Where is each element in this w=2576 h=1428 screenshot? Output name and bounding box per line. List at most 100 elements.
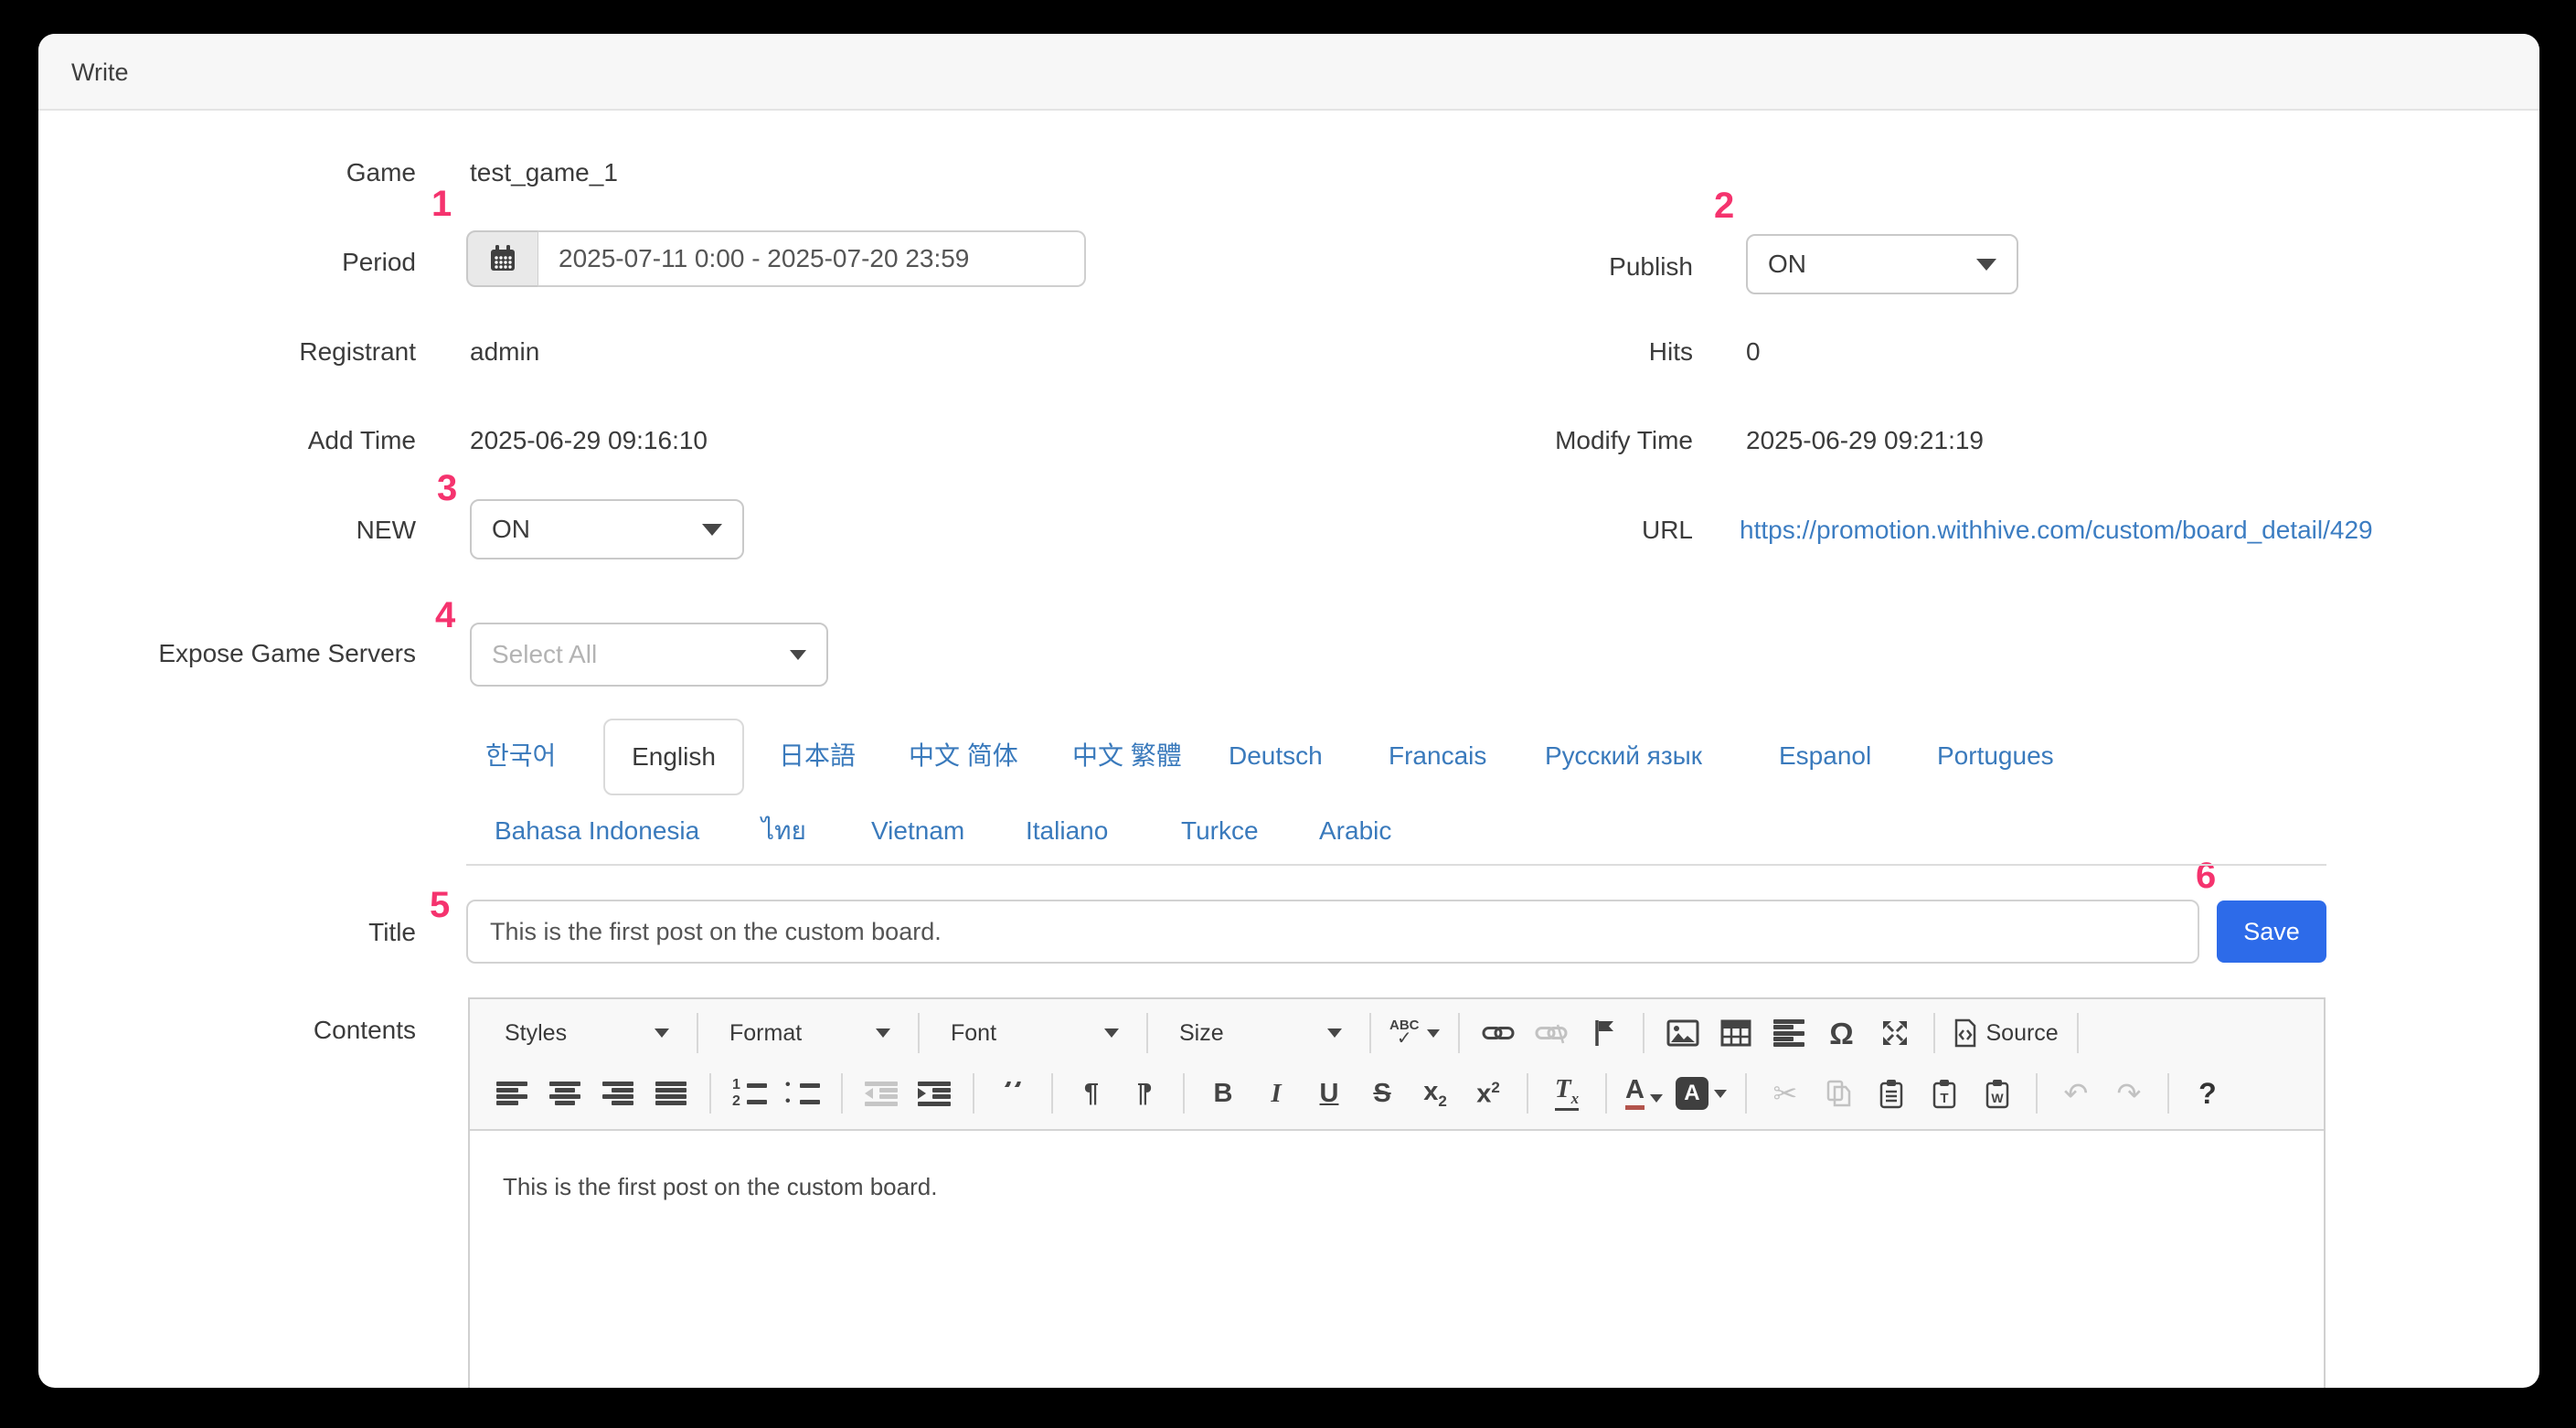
- tab-chinese-traditional[interactable]: 中文 繁體: [1072, 741, 1182, 772]
- paste-as-text-button[interactable]: T: [1924, 1070, 1964, 1117]
- redo-button[interactable]: ↷: [2109, 1070, 2149, 1117]
- format-combo[interactable]: Format: [717, 1020, 899, 1047]
- maximize-icon: [1880, 1018, 1910, 1048]
- chevron-down-icon: [1714, 1090, 1727, 1098]
- editor-content-area[interactable]: This is the first post on the custom boa…: [470, 1131, 2324, 1388]
- italic-icon: I: [1271, 1081, 1281, 1107]
- annotation-5: 5: [430, 885, 450, 925]
- editor-toolbar: Styles Format Font Size ABC: [470, 999, 2324, 1131]
- text-direction-rtl-button[interactable]: ¶: [1124, 1070, 1165, 1117]
- tab-chinese-simplified[interactable]: 中文 简体: [909, 741, 1018, 772]
- font-combo[interactable]: Font: [938, 1020, 1128, 1047]
- tab-bahasa[interactable]: Bahasa Indonesia: [495, 815, 699, 847]
- new-label: NEW: [38, 516, 416, 545]
- link-button[interactable]: [1478, 1009, 1518, 1057]
- new-select[interactable]: ON: [470, 499, 744, 559]
- period-input[interactable]: [538, 230, 1086, 287]
- paste-button[interactable]: [1871, 1070, 1911, 1117]
- contents-label: Contents: [38, 1016, 416, 1045]
- title-input[interactable]: [466, 900, 2199, 964]
- align-justify-icon: [655, 1082, 687, 1106]
- superscript-button[interactable]: x2: [1468, 1070, 1508, 1117]
- strikethrough-button[interactable]: S: [1362, 1070, 1402, 1117]
- align-left-button[interactable]: [492, 1070, 532, 1117]
- tab-vietnam[interactable]: Vietnam: [871, 815, 964, 847]
- tab-korean[interactable]: 한국어: [485, 741, 556, 772]
- text-direction-ltr-button[interactable]: ¶: [1071, 1070, 1112, 1117]
- tab-english-active[interactable]: English: [603, 719, 744, 795]
- chevron-down-icon: [1650, 1094, 1663, 1103]
- background-color-button[interactable]: A: [1676, 1077, 1727, 1110]
- url-link[interactable]: https://promotion.withhive.com/custom/bo…: [1740, 516, 2373, 545]
- image-button[interactable]: [1663, 1009, 1703, 1057]
- anchor-flag-icon: [1592, 1018, 1616, 1048]
- add-time-value: 2025-06-29 09:16:10: [470, 426, 708, 455]
- modify-time-value: 2025-06-29 09:21:19: [1746, 426, 1984, 455]
- registrant-label: Registrant: [38, 337, 416, 367]
- bold-button[interactable]: B: [1203, 1070, 1243, 1117]
- tab-portugues[interactable]: Portugues: [1937, 741, 2054, 772]
- unlink-button[interactable]: [1531, 1009, 1571, 1057]
- table-button[interactable]: [1716, 1009, 1756, 1057]
- tab-italiano[interactable]: Italiano: [1026, 815, 1108, 847]
- outdent-icon: [865, 1082, 898, 1106]
- registrant-value: admin: [470, 337, 539, 367]
- save-button[interactable]: Save: [2217, 900, 2326, 963]
- chevron-down-icon: [876, 1028, 890, 1038]
- undo-button[interactable]: ↶: [2056, 1070, 2096, 1117]
- bullet-list-icon: • •: [785, 1080, 820, 1107]
- tab-deutsch[interactable]: Deutsch: [1229, 741, 1323, 772]
- bullet-list-button[interactable]: • •: [782, 1070, 823, 1117]
- tab-russian[interactable]: Русский язык: [1545, 741, 1702, 772]
- align-justify-button[interactable]: [651, 1070, 691, 1117]
- spellcheck-button[interactable]: ABC ✓: [1389, 1018, 1440, 1048]
- panel-header: Write: [38, 34, 2539, 111]
- expose-servers-placeholder: Select All: [492, 640, 597, 669]
- maximize-button[interactable]: [1875, 1009, 1915, 1057]
- subscript-button[interactable]: x2: [1415, 1070, 1455, 1117]
- styles-combo[interactable]: Styles: [492, 1020, 678, 1047]
- copy-button[interactable]: [1818, 1070, 1858, 1117]
- tab-thai[interactable]: ไทย: [761, 815, 806, 847]
- calendar-button[interactable]: [466, 230, 539, 287]
- underline-icon: U: [1320, 1081, 1339, 1107]
- source-button[interactable]: Source: [1953, 1018, 2059, 1048]
- cut-button[interactable]: ✂: [1765, 1070, 1805, 1117]
- strikethrough-icon: S: [1373, 1081, 1390, 1107]
- tab-japanese[interactable]: 日本語: [779, 741, 856, 772]
- chevron-down-icon: [655, 1028, 669, 1038]
- ordered-list-button[interactable]: 1 2: [729, 1070, 770, 1117]
- new-select-value: ON: [492, 515, 530, 544]
- help-button[interactable]: ?: [2187, 1070, 2228, 1117]
- italic-button[interactable]: I: [1256, 1070, 1296, 1117]
- calendar-icon: [488, 244, 517, 273]
- text-color-button[interactable]: A: [1625, 1077, 1663, 1110]
- horizontal-rule-button[interactable]: [1769, 1009, 1809, 1057]
- tab-francais[interactable]: Francais: [1389, 741, 1486, 772]
- tab-arabic[interactable]: Arabic: [1319, 815, 1391, 847]
- tab-espanol[interactable]: Espanol: [1779, 741, 1871, 772]
- blockquote-button[interactable]: ”: [993, 1070, 1033, 1117]
- expose-servers-select[interactable]: Select All: [470, 623, 828, 687]
- link-icon: [1482, 1023, 1515, 1043]
- indent-button[interactable]: [914, 1070, 954, 1117]
- publish-select[interactable]: ON: [1746, 234, 2018, 294]
- undo-icon: ↶: [2064, 1076, 2089, 1111]
- redo-icon: ↷: [2117, 1076, 2142, 1111]
- source-label: Source: [1986, 1020, 2059, 1047]
- tab-turkce[interactable]: Turkce: [1181, 815, 1259, 847]
- omega-icon: Ω: [1829, 1018, 1853, 1049]
- size-combo[interactable]: Size: [1166, 1020, 1351, 1047]
- underline-button[interactable]: U: [1309, 1070, 1349, 1117]
- page-title: Write: [71, 59, 129, 86]
- paste-from-word-button[interactable]: W: [1977, 1070, 2017, 1117]
- anchor-button[interactable]: [1584, 1009, 1624, 1057]
- outdent-button[interactable]: [861, 1070, 901, 1117]
- align-right-button[interactable]: [598, 1070, 638, 1117]
- indent-icon: [918, 1082, 951, 1106]
- special-character-button[interactable]: Ω: [1822, 1009, 1862, 1057]
- annotation-4: 4: [435, 595, 455, 635]
- remove-format-button[interactable]: Tx: [1547, 1070, 1587, 1117]
- hits-label: Hits: [1318, 337, 1693, 367]
- align-center-button[interactable]: [545, 1070, 585, 1117]
